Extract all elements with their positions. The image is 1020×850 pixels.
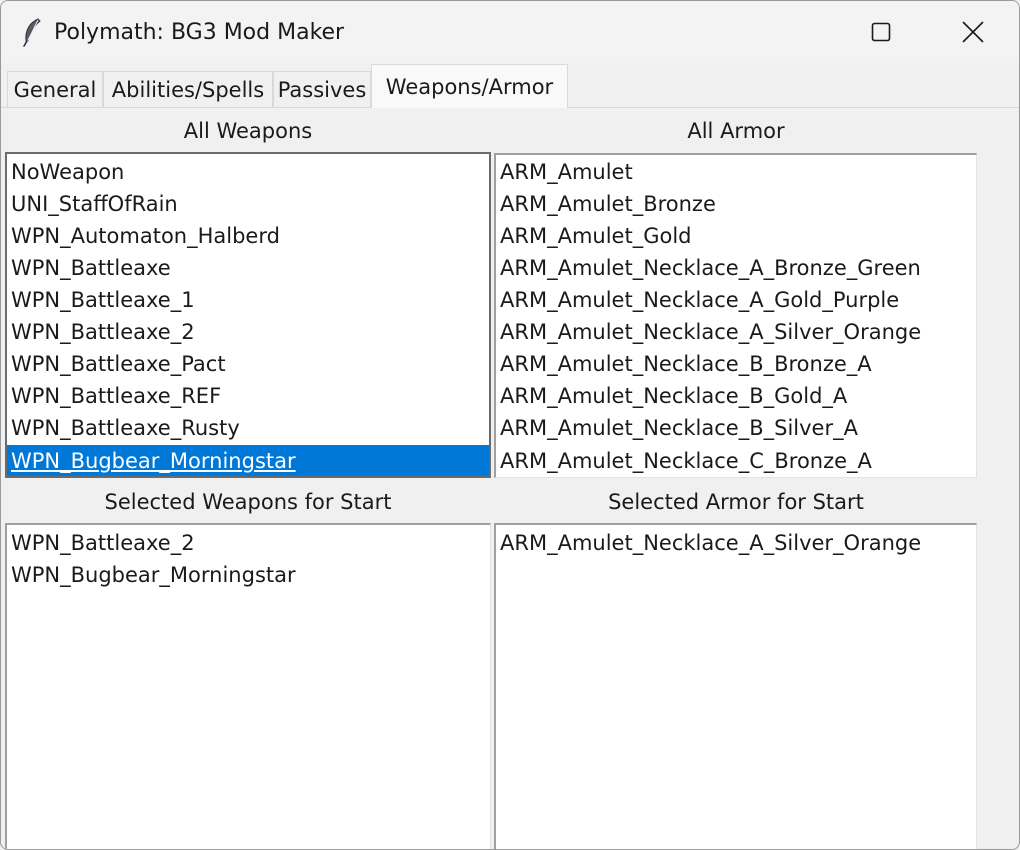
- list-item[interactable]: ARM_Amulet_Necklace_B_Gold_A: [496, 380, 976, 412]
- list-item[interactable]: WPN_Battleaxe_REF: [7, 380, 489, 412]
- selected-weapons-label: Selected Weapons for Start: [104, 490, 392, 514]
- maximize-button[interactable]: [835, 1, 927, 63]
- tab-abilities-spells[interactable]: Abilities/Spells: [103, 71, 273, 107]
- tab-passives[interactable]: Passives: [273, 71, 371, 107]
- selected-weapons-list[interactable]: WPN_Battleaxe_2 WPN_Bugbear_Morningstar: [5, 523, 491, 849]
- list-item[interactable]: WPN_Battleaxe_Rusty: [7, 412, 489, 444]
- title-bar[interactable]: Polymath: BG3 Mod Maker: [1, 1, 1019, 63]
- list-item[interactable]: WPN_Battleaxe_Pact: [7, 348, 489, 380]
- list-item[interactable]: ARM_Amulet_Necklace_A_Silver_Orange: [496, 527, 976, 559]
- list-item[interactable]: WPN_Bugbear_Morningstar: [7, 559, 490, 591]
- list-item[interactable]: WPN_Battleaxe: [7, 252, 489, 284]
- list-item[interactable]: ARM_Amulet_Necklace_A_Silver_Orange: [496, 316, 976, 348]
- list-item[interactable]: WPN_Battleaxe_2: [7, 316, 489, 348]
- all-armor-label: All Armor: [687, 119, 785, 143]
- tab-general[interactable]: General: [7, 71, 103, 107]
- selected-armor-list[interactable]: ARM_Amulet_Necklace_A_Silver_Orange: [494, 523, 977, 849]
- window-title: Polymath: BG3 Mod Maker: [54, 20, 345, 45]
- list-item[interactable]: ARM_Amulet_Bronze: [496, 188, 976, 220]
- selected-armor-label: Selected Armor for Start: [608, 490, 864, 514]
- feather-icon: [23, 18, 41, 47]
- list-item[interactable]: ARM_Amulet_Gold: [496, 220, 976, 252]
- list-item[interactable]: UNI_StaffOfRain: [7, 188, 489, 220]
- maximize-icon: [871, 22, 891, 42]
- tab-weapons-armor[interactable]: Weapons/Armor: [371, 64, 568, 108]
- list-item[interactable]: NoWeapon: [7, 156, 489, 188]
- all-armor-list[interactable]: ARM_Amulet ARM_Amulet_Bronze ARM_Amulet_…: [494, 153, 977, 478]
- close-button[interactable]: [927, 1, 1019, 63]
- list-item-selected[interactable]: WPN_Bugbear_Morningstar: [7, 445, 489, 476]
- list-item[interactable]: ARM_Amulet_Necklace_C_Bronze_A: [496, 445, 976, 477]
- app-window: Polymath: BG3 Mod Maker General Abilitie…: [0, 0, 1020, 850]
- list-item[interactable]: ARM_Amulet_Necklace_A_Bronze_Green: [496, 252, 976, 284]
- close-icon: [962, 21, 984, 43]
- tab-bar: General Abilities/Spells Passives Weapon…: [1, 63, 1019, 108]
- minimize-button[interactable]: [743, 1, 835, 63]
- list-item[interactable]: WPN_Battleaxe_1: [7, 284, 489, 316]
- list-item[interactable]: ARM_Amulet: [496, 156, 976, 188]
- list-item[interactable]: ARM_Amulet_Necklace_A_Gold_Purple: [496, 284, 976, 316]
- all-weapons-list[interactable]: NoWeapon UNI_StaffOfRain WPN_Automaton_H…: [5, 152, 491, 478]
- minimize-icon: [779, 31, 799, 33]
- list-item[interactable]: WPN_Battleaxe_2: [7, 527, 490, 559]
- all-weapons-label: All Weapons: [183, 119, 313, 143]
- list-item[interactable]: ARM_Amulet_Necklace_B_Bronze_A: [496, 348, 976, 380]
- list-item[interactable]: WPN_Automaton_Halberd: [7, 220, 489, 252]
- list-item[interactable]: ARM_Amulet_Necklace_B_Silver_A: [496, 412, 976, 444]
